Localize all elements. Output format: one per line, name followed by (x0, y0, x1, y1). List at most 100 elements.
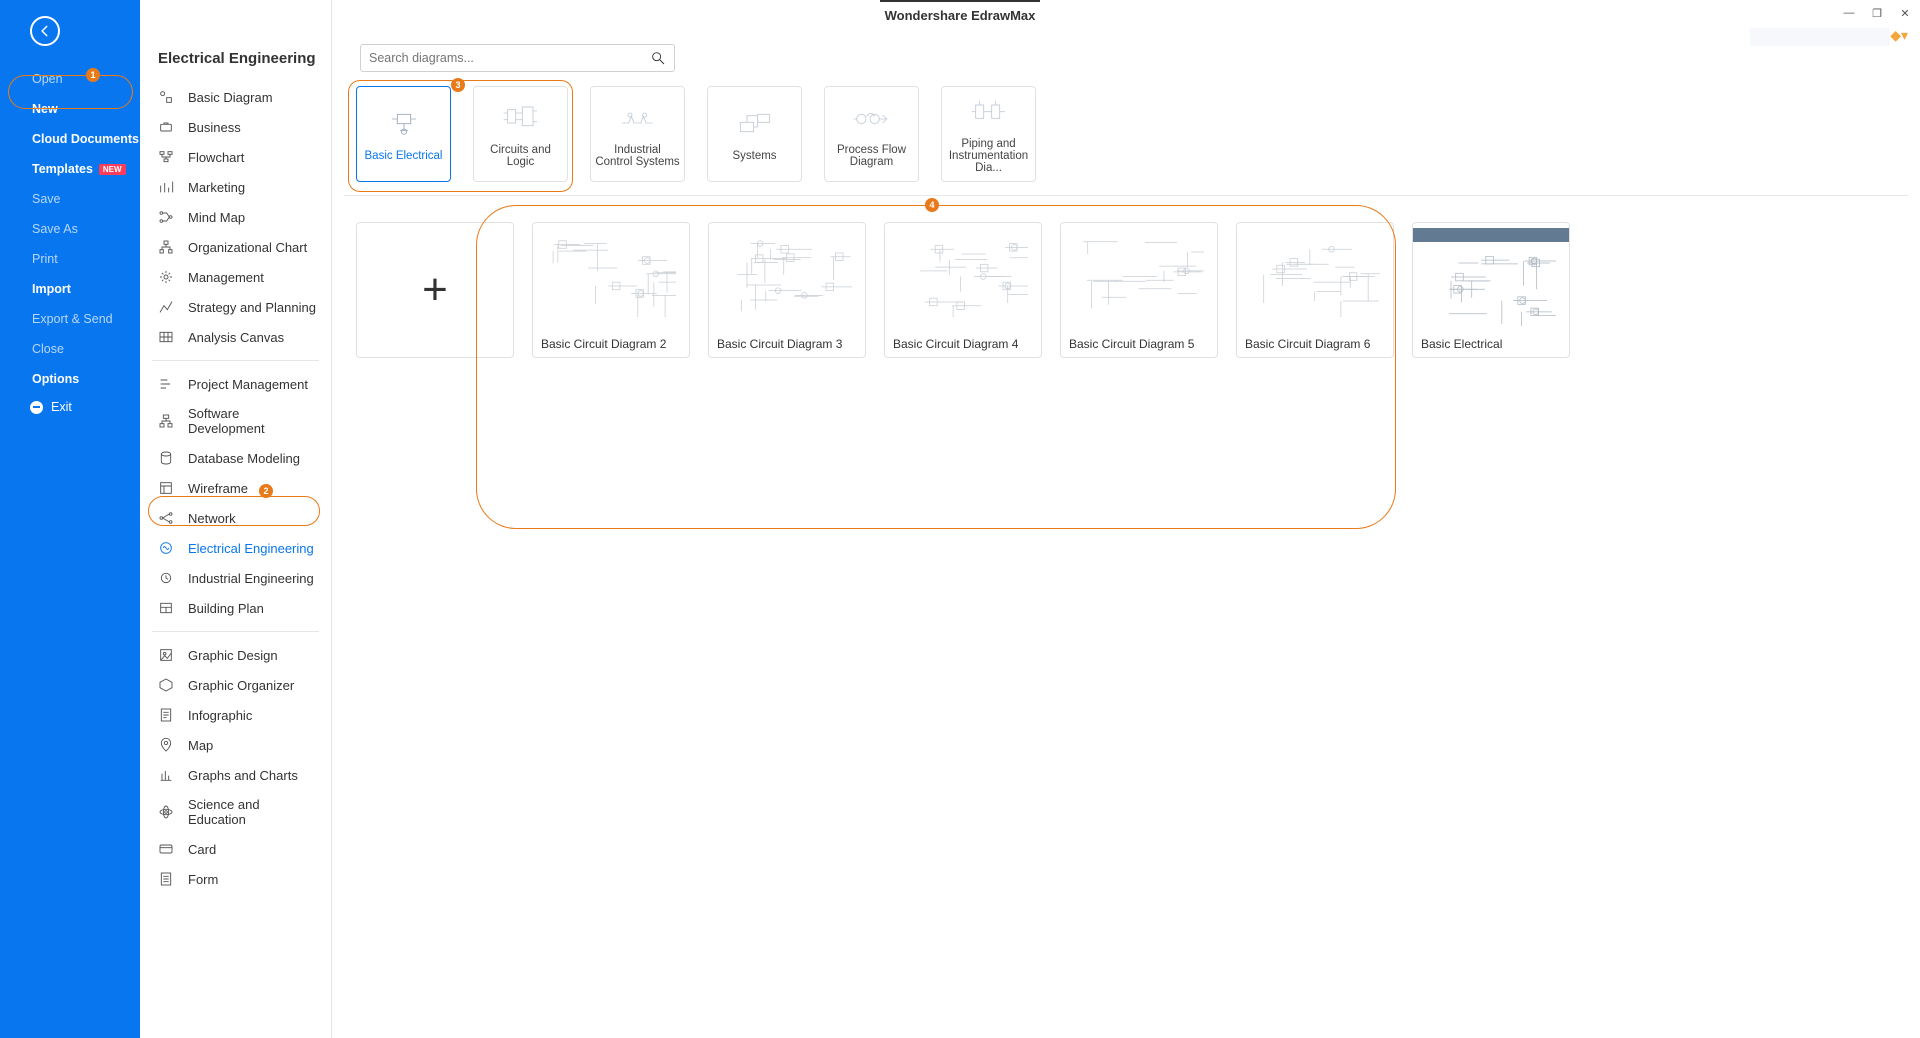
subcat-systems[interactable]: Systems (707, 86, 802, 182)
annotation-badge-1: 1 (86, 68, 100, 82)
template-grid: +Basic Circuit Diagram 2 Basic Circuit Di… (356, 222, 1896, 358)
subcat-label: Basic Electrical (365, 150, 443, 162)
category-project-mgmt[interactable]: Project Management (140, 369, 331, 399)
category-graphic-organizer[interactable]: Graphic Organizer (140, 670, 331, 700)
nav-item-open[interactable]: Open (0, 64, 140, 94)
category-label: Flowchart (188, 150, 244, 165)
management-icon (158, 269, 174, 285)
systems-icon (735, 106, 775, 142)
category-strategy-planning[interactable]: Strategy and Planning (140, 292, 331, 322)
category-list[interactable]: Basic Diagram Business Flowchart Marketing M… (140, 82, 331, 1038)
back-button[interactable] (30, 16, 60, 46)
subcat-basic-electrical[interactable]: Basic Electrical (356, 86, 451, 182)
category-wireframe[interactable]: Wireframe (140, 473, 331, 503)
subcategory-row: Basic Electrical Circuits and Logic Indust… (344, 86, 1908, 196)
marketing-icon (158, 179, 174, 195)
nav-item-label: Templates (32, 162, 93, 176)
nav-item-import[interactable]: Import (0, 274, 140, 304)
strategy-planning-icon (158, 299, 174, 315)
software-dev-icon (158, 413, 174, 429)
nav-item-print[interactable]: Print (0, 244, 140, 274)
category-building-plan[interactable]: Building Plan (140, 593, 331, 623)
subcat-piping-instrumentation[interactable]: Piping and Instrumentation Dia... (941, 86, 1036, 182)
nav-item-templates[interactable]: Templates NEW (0, 154, 140, 184)
category-label: Card (188, 842, 216, 857)
category-flowchart[interactable]: Flowchart (140, 142, 331, 172)
category-label: Electrical Engineering (188, 541, 314, 556)
graphs-charts-icon (158, 767, 174, 783)
nav-item-close[interactable]: Close (0, 334, 140, 364)
template-thumbnail (1413, 223, 1569, 331)
category-analysis-canvas[interactable]: Analysis Canvas (140, 322, 331, 352)
category-mind-map[interactable]: Mind Map (140, 202, 331, 232)
business-icon (158, 119, 174, 135)
category-label: Business (188, 120, 241, 135)
annotation-badge-4: 4 (925, 198, 939, 212)
template-thumbnail (1237, 223, 1393, 331)
annotation-badge-2: 2 (259, 484, 273, 498)
template-label: Basic Circuit Diagram 3 (709, 331, 865, 357)
industrial-control-systems-icon (618, 100, 658, 136)
category-form[interactable]: Form (140, 864, 331, 894)
category-business[interactable]: Business (140, 112, 331, 142)
subcat-label: Systems (732, 150, 776, 162)
category-electrical-engineering[interactable]: Electrical Engineering (140, 533, 331, 563)
new-badge: NEW (99, 164, 126, 175)
category-database-modeling[interactable]: Database Modeling (140, 443, 331, 473)
graphic-design-icon (158, 647, 174, 663)
annotation-badge-3: 3 (451, 78, 465, 92)
exit-item[interactable]: Exit (0, 400, 140, 414)
nav-item-label: Export & Send (32, 312, 113, 326)
category-software-dev[interactable]: Software Development (140, 399, 331, 443)
category-industrial-engineering[interactable]: Industrial Engineering (140, 563, 331, 593)
category-label: Project Management (188, 377, 308, 392)
nav-item-save[interactable]: Save (0, 184, 140, 214)
org-chart-icon (158, 239, 174, 255)
category-card[interactable]: Card (140, 834, 331, 864)
nav-item-export-send[interactable]: Export & Send (0, 304, 140, 334)
template-basic-circuit-4[interactable]: Basic Circuit Diagram 4 (884, 222, 1042, 358)
category-network[interactable]: Network (140, 503, 331, 533)
template-basic-circuit-6[interactable]: Basic Circuit Diagram 6 (1236, 222, 1394, 358)
category-org-chart[interactable]: Organizational Chart (140, 232, 331, 262)
category-label: Management (188, 270, 264, 285)
nav-item-label: New (32, 102, 58, 116)
category-graphic-design[interactable]: Graphic Design (140, 640, 331, 670)
basic-diagram-icon (158, 89, 174, 105)
category-label: Marketing (188, 180, 245, 195)
category-science-education[interactable]: Science and Education (140, 790, 331, 834)
category-graphs-charts[interactable]: Graphs and Charts (140, 760, 331, 790)
category-label: Network (188, 511, 236, 526)
infographic-icon (158, 707, 174, 723)
nav-item-options[interactable]: Options (0, 364, 140, 394)
category-management[interactable]: Management (140, 262, 331, 292)
nav-item-save-as[interactable]: Save As (0, 214, 140, 244)
analysis-canvas-icon (158, 329, 174, 345)
electrical-engineering-icon (158, 540, 174, 556)
template-basic-circuit-2[interactable]: Basic Circuit Diagram 2 (532, 222, 690, 358)
search-box[interactable] (360, 44, 675, 72)
category-basic-diagram[interactable]: Basic Diagram (140, 82, 331, 112)
mind-map-icon (158, 209, 174, 225)
database-modeling-icon (158, 450, 174, 466)
subcat-industrial-control-systems[interactable]: Industrial Control Systems (590, 86, 685, 182)
category-infographic[interactable]: Infographic (140, 700, 331, 730)
search-icon[interactable] (650, 50, 666, 66)
nav-item-new[interactable]: New (0, 94, 140, 124)
category-label: Form (188, 872, 218, 887)
template-basic-electrical-tpl[interactable]: Basic Electrical (1412, 222, 1570, 358)
nav-item-cloud-documents[interactable]: Cloud Documents (0, 124, 140, 154)
industrial-engineering-icon (158, 570, 174, 586)
subcat-label: Circuits and Logic (478, 144, 563, 168)
category-marketing[interactable]: Marketing (140, 172, 331, 202)
map-icon (158, 737, 174, 753)
template-thumbnail (885, 223, 1041, 331)
search-input[interactable] (369, 51, 650, 65)
subcat-circuits-and-logic[interactable]: Circuits and Logic (473, 86, 568, 182)
flowchart-icon (158, 149, 174, 165)
subcat-process-flow-diagram[interactable]: Process Flow Diagram (824, 86, 919, 182)
category-map[interactable]: Map (140, 730, 331, 760)
template-basic-circuit-3[interactable]: Basic Circuit Diagram 3 (708, 222, 866, 358)
template-basic-circuit-5[interactable]: Basic Circuit Diagram 5 (1060, 222, 1218, 358)
blank-template[interactable]: + (356, 222, 514, 358)
